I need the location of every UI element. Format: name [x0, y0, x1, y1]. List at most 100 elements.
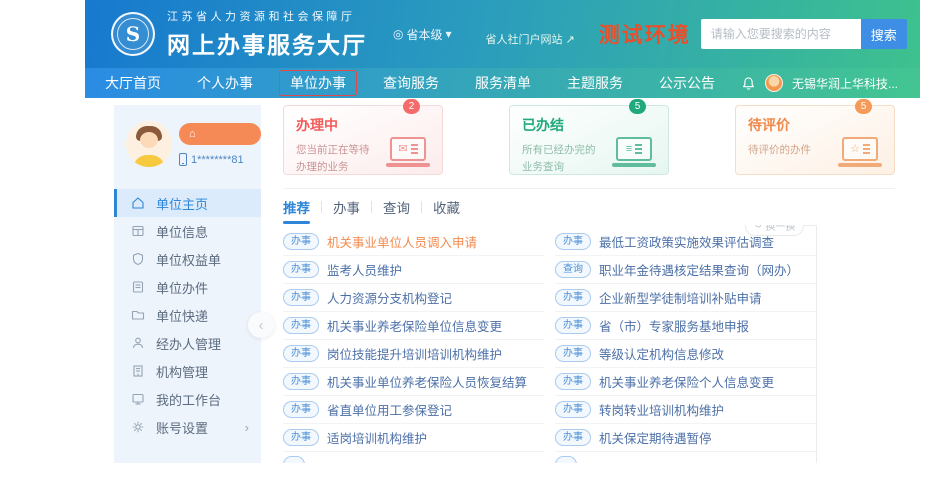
service-tag: 办事: [283, 373, 319, 390]
star-laptop-icon: ☆: [838, 137, 882, 167]
service-item[interactable]: 办事转岗转业培训机构维护: [555, 396, 817, 424]
service-tag: 办事: [555, 345, 591, 362]
nav-item-service-list[interactable]: 服务清单: [465, 71, 541, 95]
nav-item-unit[interactable]: 单位办事: [279, 70, 357, 96]
sidebar-item-org-management[interactable]: 机构管理: [114, 357, 261, 385]
service-item[interactable]: 办事机关保定期待遇暂停: [555, 424, 817, 452]
service-item[interactable]: 办事机关事业养老保险单位信息变更: [283, 312, 545, 340]
main-nav: 大厅首页 个人办事 单位办事 查询服务 服务清单 主题服务 公示公告 无锡华润上…: [85, 68, 920, 98]
service-tag: 办事: [283, 261, 319, 278]
external-link-icon: ↗: [566, 33, 575, 46]
sidebar-item-unit-home[interactable]: 单位主页: [114, 189, 261, 217]
tab-favorites[interactable]: 收藏: [433, 197, 460, 217]
service-tag: 办事: [283, 345, 319, 362]
sidebar-collapse-button[interactable]: ‹: [248, 312, 274, 338]
chevron-right-icon: ›: [245, 420, 249, 435]
service-tag: 办事: [555, 289, 591, 306]
service-tag: 办事: [555, 401, 591, 418]
nav-item-personal[interactable]: 个人办事: [187, 71, 263, 95]
building-icon: [131, 364, 145, 378]
portal-site-link[interactable]: 省人社门户网站 ↗: [486, 31, 575, 47]
sidebar-item-unit-rights[interactable]: 单位权益单: [114, 245, 261, 273]
service-item[interactable]: 办事企业新型学徒制培训补贴申请: [555, 284, 817, 312]
sidebar: ⌂ 1********81 单位主页 单位信息: [114, 105, 261, 463]
nav-item-theme[interactable]: 主题服务: [557, 71, 633, 95]
refresh-icon: ↻: [754, 225, 762, 231]
service-item[interactable]: 办事等级认定机构信息修改: [555, 340, 817, 368]
chevron-down-icon: ▾: [446, 27, 452, 41]
search-button[interactable]: 搜索: [861, 19, 907, 49]
service-item[interactable]: 办事机关事业单位养老保险人员恢复结算: [283, 368, 545, 396]
service-item[interactable]: 办事省直单位用工参保登记: [283, 396, 545, 424]
page: S 江苏省人力资源和社会保障厅 网上办事服务大厅 ◎ 省本级 ▾ 省人社门户网站…: [85, 0, 920, 463]
content: 2 办理中 您当前正在等待办理的业务 ✉ 5 已办结 所有已经办完的业务查询 ≡: [283, 105, 895, 463]
service-tag: 办事: [555, 233, 591, 250]
service-item[interactable]: 办事人力资源分支机构登记: [283, 284, 545, 312]
service-tag: 办事: [283, 289, 319, 306]
service-item[interactable]: 办事机关事业养老保险个人信息变更: [555, 368, 817, 396]
status-cards: 2 办理中 您当前正在等待办理的业务 ✉ 5 已办结 所有已经办完的业务查询 ≡: [283, 105, 895, 175]
list-laptop-icon: ≡: [612, 137, 656, 167]
document-icon: [131, 280, 145, 294]
shuffle-button[interactable]: ↻ 换一换: [745, 225, 804, 236]
monitor-icon: [131, 392, 145, 406]
user-avatar[interactable]: [765, 74, 783, 92]
tab-query[interactable]: 查询: [383, 197, 410, 217]
service-tabs: 推荐 办事 查询 收藏: [283, 196, 895, 218]
main-area: ⌂ 1********81 单位主页 单位信息: [85, 98, 920, 463]
region-selector[interactable]: ◎ 省本级 ▾: [393, 26, 452, 43]
card-in-progress[interactable]: 2 办理中 您当前正在等待办理的业务 ✉: [283, 105, 443, 175]
tab-transact[interactable]: 办事: [333, 197, 360, 217]
count-badge: 2: [403, 99, 420, 114]
sidebar-item-my-workbench[interactable]: 我的工作台: [114, 385, 261, 413]
nav-item-announcements[interactable]: 公示公告: [649, 71, 725, 95]
service-tag: 办事: [283, 317, 319, 334]
card-to-review[interactable]: 5 待评价 待评价的办件 ☆: [735, 105, 895, 175]
service-item[interactable]: 办事监考人员维护: [283, 256, 545, 284]
org-badge-icon: ⌂: [189, 129, 196, 140]
service-tag: 办事: [555, 429, 591, 446]
person-icon: [131, 336, 145, 350]
sidebar-item-agent-management[interactable]: 经办人管理: [114, 329, 261, 357]
region-label: 省本级: [406, 26, 442, 43]
service-item[interactable]: 办事适岗培训机构维护: [283, 424, 545, 452]
service-tag: 查询: [555, 261, 591, 278]
service-tag: 办事: [283, 429, 319, 446]
sidebar-item-unit-express[interactable]: 单位快递: [114, 301, 261, 329]
card-completed[interactable]: 5 已办结 所有已经办完的业务查询 ≡: [509, 105, 669, 175]
chevron-left-icon: ‹: [259, 317, 264, 334]
org-name: 江苏省人力资源和社会保障厅: [167, 8, 367, 24]
user-name[interactable]: 无锡华润上华科技...: [792, 75, 898, 92]
service-item[interactable]: 查询职业年金待遇核定结果查询（网办）: [555, 256, 817, 284]
shield-icon: [131, 252, 145, 266]
grid-icon: [131, 224, 145, 238]
service-list: 办事机关事业单位人员调入申请 办事监考人员维护 办事人力资源分支机构登记 办事机…: [283, 225, 816, 463]
nav-item-home[interactable]: 大厅首页: [95, 71, 171, 95]
count-badge: 5: [629, 99, 646, 114]
tab-recommended[interactable]: 推荐: [283, 197, 310, 217]
site-logo-icon: S: [111, 12, 155, 56]
service-item[interactable]: 办事省（市）专家服务基地申报: [555, 312, 817, 340]
location-icon: ◎: [393, 27, 403, 41]
service-item-clipped: [555, 452, 817, 463]
service-tag: 办事: [555, 317, 591, 334]
service-item[interactable]: 办事机关事业单位人员调入申请: [283, 228, 545, 256]
service-panel: ↻ 换一换 办事机关事业单位人员调入申请 办事监考人员维护 办事人力资源分支机构…: [283, 225, 817, 463]
service-tag: 办事: [555, 373, 591, 390]
service-item[interactable]: 办事岗位技能提升培训培训机构维护: [283, 340, 545, 368]
sidebar-item-account-settings[interactable]: 账号设置 ›: [114, 413, 261, 441]
notification-bell-icon[interactable]: [741, 76, 756, 91]
search-input[interactable]: [701, 19, 861, 49]
mail-laptop-icon: ✉: [386, 137, 430, 167]
gear-icon: [131, 420, 145, 434]
masked-phone: 1********81: [179, 153, 261, 166]
header-banner: S 江苏省人力资源和社会保障厅 网上办事服务大厅 ◎ 省本级 ▾ 省人社门户网站…: [85, 0, 920, 68]
profile-avatar: [126, 121, 172, 167]
service-tag: 办事: [283, 401, 319, 418]
sidebar-item-unit-cases[interactable]: 单位办件: [114, 273, 261, 301]
page-title: 网上办事服务大厅: [167, 26, 367, 60]
folder-icon: [131, 308, 145, 322]
count-badge: 5: [855, 99, 872, 114]
nav-item-query[interactable]: 查询服务: [373, 71, 449, 95]
sidebar-item-unit-info[interactable]: 单位信息: [114, 217, 261, 245]
